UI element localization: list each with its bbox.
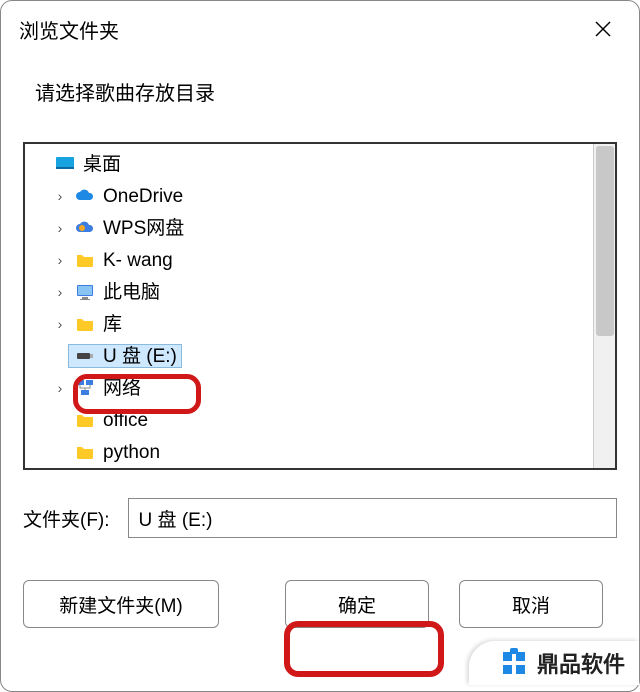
tree-item-thispc[interactable]: › 此电脑 xyxy=(29,276,615,308)
folder-label: 文件夹(F): xyxy=(23,505,110,532)
cancel-button[interactable]: 取消 xyxy=(459,580,603,628)
folder-icon xyxy=(73,250,97,270)
browse-folder-dialog: 浏览文件夹 请选择歌曲存放目录 桌面 › OneDrive xyxy=(0,0,640,692)
chevron-right-icon[interactable]: › xyxy=(51,285,69,299)
tree-item-python[interactable]: python xyxy=(29,436,615,468)
chevron-right-icon[interactable]: › xyxy=(51,189,69,203)
watermark: 鼎品软件 xyxy=(469,641,639,685)
close-button[interactable] xyxy=(583,13,623,45)
tree-label: 桌面 xyxy=(83,155,121,174)
tree-label: python xyxy=(103,443,160,462)
folder-tree: 桌面 › OneDrive › WPS网盘 › xyxy=(23,142,617,470)
cloud-icon xyxy=(73,218,97,238)
tree-label: WPS网盘 xyxy=(103,219,184,238)
usb-drive-icon xyxy=(73,346,97,366)
tree-label: 此电脑 xyxy=(103,283,160,302)
tree-label: OneDrive xyxy=(103,187,183,206)
cloud-icon xyxy=(73,186,97,206)
ok-button[interactable]: 确定 xyxy=(285,580,429,628)
instruction-text: 请选择歌曲存放目录 xyxy=(1,53,639,142)
tree-label: 网络 xyxy=(103,379,141,398)
watermark-text: 鼎品软件 xyxy=(537,647,625,679)
tree-label: U 盘 (E:) xyxy=(103,347,177,366)
tree-root-desktop[interactable]: 桌面 xyxy=(29,148,615,180)
tree-item-wps[interactable]: › WPS网盘 xyxy=(29,212,615,244)
desktop-icon xyxy=(53,154,77,174)
button-row: 新建文件夹(M) 确定 取消 xyxy=(23,580,617,628)
chevron-right-icon[interactable]: › xyxy=(51,381,69,395)
folder-path-row: 文件夹(F): xyxy=(23,498,617,538)
watermark-logo-icon xyxy=(499,648,529,678)
tree-item-office[interactable]: office xyxy=(29,404,615,436)
folder-icon xyxy=(73,410,97,430)
folder-icon xyxy=(73,442,97,462)
tree-item-usb-e[interactable]: U 盘 (E:) xyxy=(29,340,615,372)
chevron-right-icon[interactable]: › xyxy=(51,221,69,235)
new-folder-button[interactable]: 新建文件夹(M) xyxy=(23,580,219,628)
tree-label: office xyxy=(103,411,148,430)
scrollbar-thumb[interactable] xyxy=(596,146,614,336)
pc-icon xyxy=(73,282,97,302)
scrollbar[interactable] xyxy=(593,144,615,468)
folder-path-input[interactable] xyxy=(128,498,617,538)
network-icon xyxy=(73,378,97,398)
tree-item-kwang[interactable]: › K- wang xyxy=(29,244,615,276)
dialog-title: 浏览文件夹 xyxy=(19,15,119,44)
tree-item-onedrive[interactable]: › OneDrive xyxy=(29,180,615,212)
close-icon xyxy=(595,21,611,37)
folder-icon xyxy=(73,314,97,334)
tree-label: K- wang xyxy=(103,251,173,270)
chevron-right-icon[interactable]: › xyxy=(51,253,69,267)
titlebar: 浏览文件夹 xyxy=(1,1,639,53)
tree-item-libraries[interactable]: › 库 xyxy=(29,308,615,340)
chevron-right-icon[interactable]: › xyxy=(51,317,69,331)
tree-label: 库 xyxy=(103,315,122,334)
annotation-highlight xyxy=(284,621,444,677)
tree-item-network[interactable]: › 网络 xyxy=(29,372,615,404)
